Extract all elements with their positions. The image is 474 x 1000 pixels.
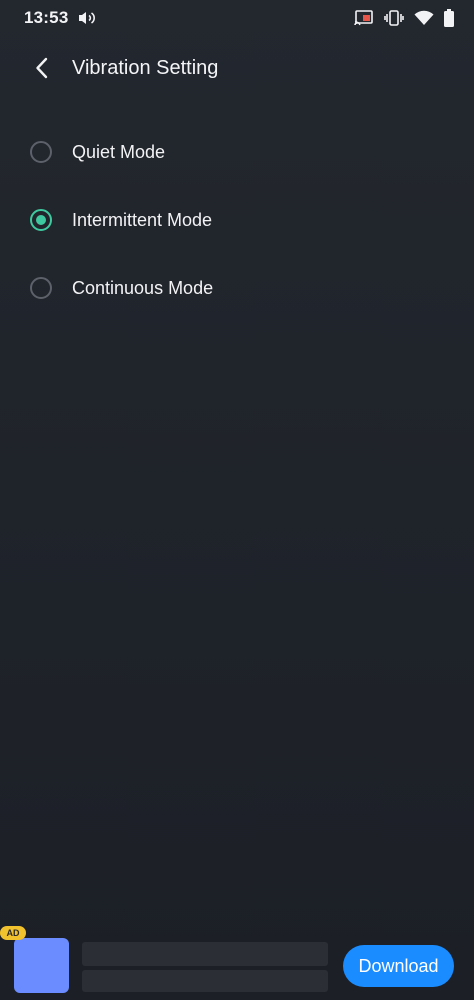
ad-banner[interactable]: AD Download: [0, 926, 474, 1000]
chevron-left-icon: [35, 57, 49, 79]
vibrate-icon: [384, 10, 404, 26]
volume-icon: [78, 10, 96, 26]
ad-title-placeholder: [82, 942, 328, 966]
back-button[interactable]: [20, 46, 64, 90]
option-intermittent-mode[interactable]: Intermittent Mode: [0, 186, 474, 254]
vibration-setting-screen: 13:53 Vibration Setting Quiet Mode Inter…: [0, 0, 474, 1000]
option-label: Quiet Mode: [72, 141, 166, 162]
ad-thumbnail[interactable]: [14, 938, 69, 993]
status-right: [354, 9, 454, 27]
option-label: Intermittent Mode: [72, 209, 213, 230]
status-time: 13:53: [24, 8, 69, 27]
vibration-mode-list: Quiet Mode Intermittent Mode Continuous …: [0, 118, 474, 322]
download-button[interactable]: Download: [343, 945, 454, 987]
app-header: Vibration Setting: [0, 46, 474, 90]
option-quiet-mode[interactable]: Quiet Mode: [0, 118, 474, 186]
radio-button[interactable]: [30, 141, 52, 163]
ad-badge: AD: [0, 926, 26, 940]
ad-subtitle-placeholder: [82, 970, 328, 992]
page-title: Vibration Setting: [72, 56, 219, 79]
status-bar: 13:53: [0, 0, 474, 36]
option-label: Continuous Mode: [72, 277, 214, 298]
wifi-icon: [414, 10, 434, 26]
cast-icon: [354, 10, 374, 26]
radio-button-selected[interactable]: [30, 209, 52, 231]
status-left: 13:53: [24, 8, 96, 28]
battery-icon: [444, 9, 454, 27]
option-continuous-mode[interactable]: Continuous Mode: [0, 254, 474, 322]
radio-button[interactable]: [30, 277, 52, 299]
